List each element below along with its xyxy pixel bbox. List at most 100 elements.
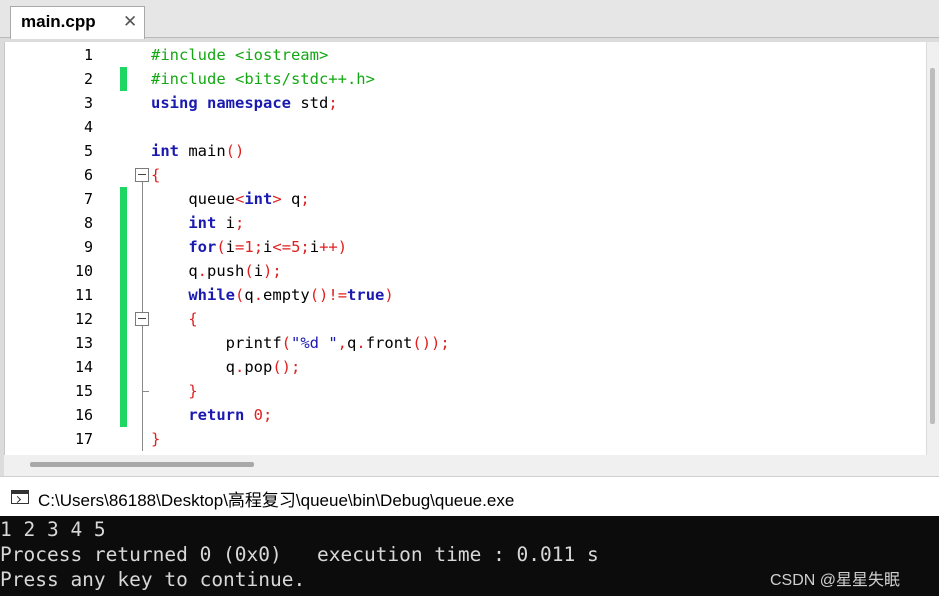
code-token: (); [272,358,301,376]
code-line[interactable]: 17} [5,427,926,451]
code-line[interactable]: 9 for(i=1;i<=5;i++) [5,235,926,259]
code-token: ( [244,262,254,280]
code-line[interactable]: 3 using namespace std; [5,91,926,115]
code-line[interactable]: 15 } [5,379,926,403]
code-token: . [197,262,208,280]
line-number: 11 [74,286,93,304]
code-text: while(q.empty()!=true) [151,283,394,307]
change-marker [120,307,127,331]
code-token: { [151,166,161,184]
console-titlebar[interactable]: C:\Users\86188\Desktop\高程复习\queue\bin\De… [0,476,939,516]
tab-label: main.cpp [21,12,96,31]
code-text: { [151,307,198,331]
code-line[interactable]: 1 #include <iostream> [5,43,926,67]
code-text: int main() [151,139,244,163]
code-line[interactable]: 14 q.pop(); [5,355,926,379]
code-token: q [151,262,198,280]
code-token: true [347,286,385,304]
code-token: for [188,238,217,256]
code-text: } [151,427,160,451]
line-number: 6 [83,166,93,184]
code-token: i [263,238,273,256]
tab-main-cpp[interactable]: main.cpp ✕ [10,6,145,39]
code-line[interactable]: 10 q.push(i); [5,259,926,283]
code-text: queue<int> q; [151,187,310,211]
code-line[interactable]: 7 queue<int> q; [5,187,926,211]
code-token: push [207,262,245,280]
code-text: q.pop(); [151,355,301,379]
line-number: 15 [74,382,93,400]
code-token: int [244,190,273,208]
code-token: { [188,310,198,328]
fold-end-marker [142,391,149,392]
code-line[interactable]: 8 int i; [5,211,926,235]
change-marker [120,67,127,91]
change-marker [120,187,127,211]
code-line[interactable]: 12 { [5,307,926,331]
code-token: i [309,238,320,256]
code-line[interactable]: 11 while(q.empty()!=true) [5,283,926,307]
line-number: 9 [83,238,93,256]
code-text: #include <iostream> [151,43,328,67]
code-token: ( [281,334,291,352]
code-token: i [253,262,264,280]
line-number: 16 [74,406,93,424]
code-area[interactable]: 1 #include <iostream> 2 #include <bits/stdc… [4,42,926,455]
code-token: while [188,286,235,304]
code-token: q [244,286,254,304]
close-icon[interactable]: ✕ [123,12,137,32]
code-token: pop [244,358,273,376]
code-text: return 0; [151,403,272,427]
code-text: } [151,379,197,403]
code-token: #include <bits/stdc++.h> [151,70,375,88]
fold-toggle-icon[interactable] [135,312,149,326]
code-token: std [291,94,329,112]
code-line[interactable]: 2 #include <bits/stdc++.h> [5,67,926,91]
code-line[interactable]: 6{ [5,163,926,187]
code-token: . [356,334,366,352]
code-token: ) [384,286,394,304]
horizontal-scrollbar[interactable] [4,455,939,476]
change-marker [120,355,127,379]
console-output-line: Process returned 0 (0x0) execution time … [0,543,599,566]
horizontal-scrollbar-thumb[interactable] [30,462,254,467]
code-line[interactable]: 16 return 0; [5,403,926,427]
code-token: . [235,358,245,376]
vertical-scrollbar[interactable] [927,42,939,455]
console-title: C:\Users\86188\Desktop\高程复习\queue\bin\De… [38,491,515,510]
code-text: printf("%d ",q.front()); [151,331,450,355]
code-token: printf [151,334,282,352]
code-token: "%d " [291,334,338,352]
code-token: ; [253,238,264,256]
code-token: i [225,238,236,256]
code-token: ( [216,238,226,256]
code-token: ()!= [309,286,348,304]
change-marker [120,235,127,259]
code-token: main [179,142,226,160]
code-token: empty [263,286,310,304]
fold-toggle-icon[interactable] [135,168,149,182]
code-token: int [151,142,179,160]
code-line[interactable]: 5 int main() [5,139,926,163]
line-number: 7 [83,190,93,208]
code-line[interactable]: 13 printf("%d ",q.front()); [5,331,926,355]
code-token: ()); [412,334,450,352]
code-token: . [253,286,264,304]
vertical-scrollbar-thumb[interactable] [930,68,935,424]
code-text: q.push(i); [151,259,281,283]
line-number: 5 [83,142,93,160]
code-token: using [151,94,198,112]
code-token: () [225,142,245,160]
change-marker [120,331,127,355]
code-editor: main.cpp ✕ 1 #include <iostream> 2 #include… [0,0,939,476]
code-line[interactable]: 4 [5,115,926,139]
change-marker [120,283,127,307]
line-number: 1 [83,46,93,64]
code-token: ; [300,190,310,208]
